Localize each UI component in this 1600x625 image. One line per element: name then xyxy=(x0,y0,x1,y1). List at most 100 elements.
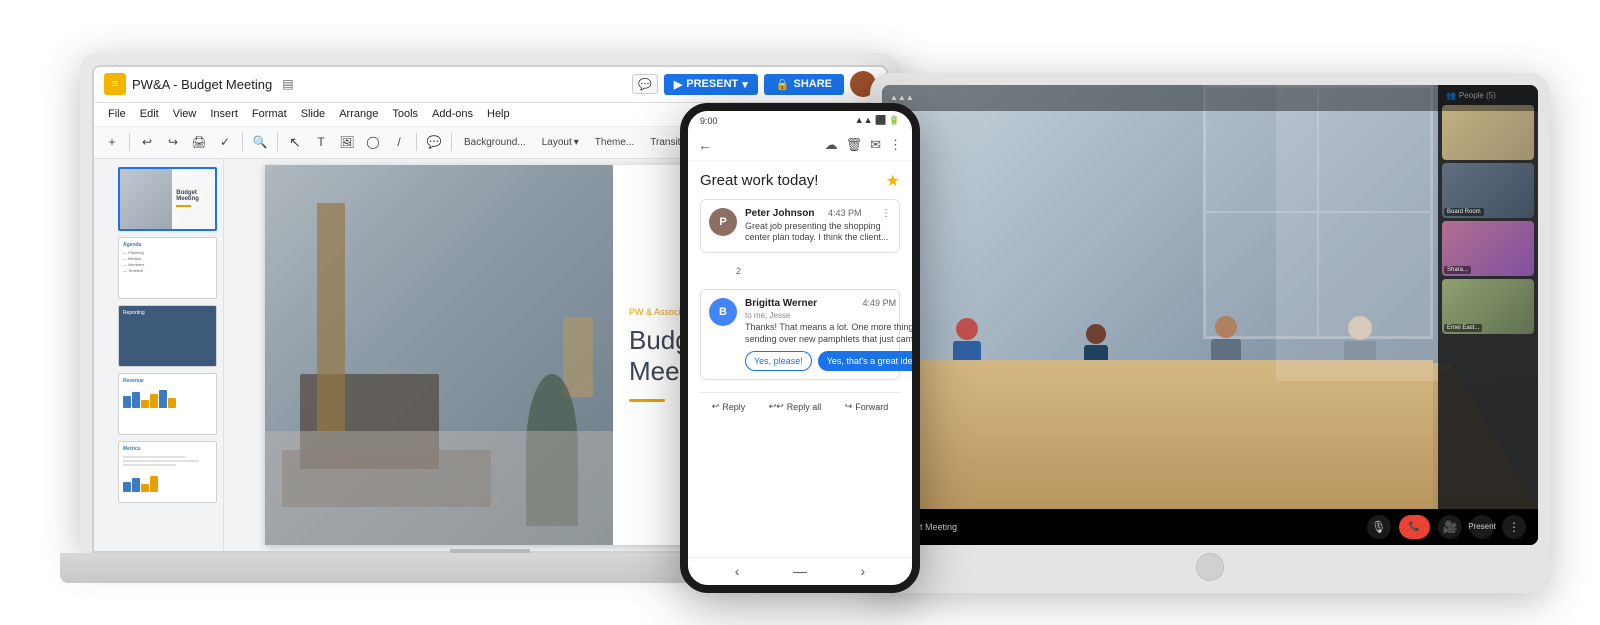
slides-title: PW&A - Budget Meeting xyxy=(132,77,272,92)
menu-arrange[interactable]: Arrange xyxy=(333,106,384,122)
email-subject: Great work today! xyxy=(700,172,818,189)
toolbar-background-btn[interactable]: Background... xyxy=(457,134,533,151)
toolbar-image-btn[interactable]: 🖼 xyxy=(335,130,359,154)
menu-insert[interactable]: Insert xyxy=(204,106,244,122)
people-thumb-3[interactable]: Shara... xyxy=(1442,221,1534,276)
reply-all-icon: ↩↩ xyxy=(769,401,784,412)
phone-nav-home[interactable]: — xyxy=(793,563,807,579)
meet-present-btn[interactable]: Present xyxy=(1470,515,1494,539)
reply-button[interactable]: ↩ Reply xyxy=(712,401,746,412)
slide-thumb-3-img: Reporting xyxy=(119,306,216,366)
toolbar-print-btn[interactable]: 🖨 xyxy=(187,130,211,154)
chat-icon-btn[interactable]: 💬 xyxy=(632,74,658,94)
phone-nav-forward[interactable]: › xyxy=(861,563,866,579)
tablet-home-button[interactable] xyxy=(1196,553,1224,581)
email-sender-2: Brigitta Werner xyxy=(745,298,817,309)
conf-table xyxy=(882,360,1433,508)
toolbar-text-btn[interactable]: T xyxy=(309,130,333,154)
person-4-torso xyxy=(1344,341,1376,381)
people-thumb-1[interactable] xyxy=(1442,105,1534,160)
people-thumb-1-inner xyxy=(1442,105,1534,160)
phone-nav: ← ☁ 🗑 ✉ ⋮ xyxy=(688,131,912,161)
people-thumb-4[interactable]: Emel East... xyxy=(1442,279,1534,334)
thumb-2-content: Agenda — Planning — Review — Numbers — T… xyxy=(119,238,216,298)
bar-5 xyxy=(159,390,167,408)
thumb-text-box: Budget Meeting xyxy=(172,169,215,229)
meet-mic-btn[interactable]: 🎙 xyxy=(1367,515,1391,539)
thumb-4-content: Revenue xyxy=(119,374,216,434)
scene: ≡ PW&A - Budget Meeting ▤ 💬 ▶ PRESENT ▾ xyxy=(50,23,1550,603)
thumb-2-label: Agenda xyxy=(123,242,212,248)
email-item-2: B Brigitta Werner 4:49 PM ↩ ⋮ to me, Jes… xyxy=(700,289,900,380)
phone-more-icon[interactable]: ⋮ xyxy=(889,137,902,153)
bar-3 xyxy=(141,400,149,408)
menu-view[interactable]: View xyxy=(167,106,203,122)
toolbar-divider-2 xyxy=(242,133,243,151)
toolbar-theme-btn[interactable]: Theme... xyxy=(588,134,641,151)
email-time-1: 4:43 PM xyxy=(828,208,862,218)
toolbar-select-btn[interactable]: ↖ xyxy=(283,130,307,154)
m-bar-4 xyxy=(150,476,158,492)
lock-icon: 🔒 xyxy=(776,78,790,91)
toolbar-zoom-btn[interactable]: 🔍 xyxy=(248,130,272,154)
slide-thumb-1[interactable]: Budget Meeting xyxy=(118,167,217,231)
meet-cam-btn[interactable]: 🎥 xyxy=(1438,515,1462,539)
toolbar-undo-btn[interactable]: ↩ xyxy=(135,130,159,154)
menu-help[interactable]: Help xyxy=(481,106,516,122)
share-button[interactable]: 🔒 SHARE xyxy=(764,74,844,95)
slide-thumb-4[interactable]: Revenue xyxy=(118,373,217,435)
slide-bg-image xyxy=(265,165,613,545)
toolbar-line-btn[interactable]: / xyxy=(387,130,411,154)
email-star-icon[interactable]: ★ xyxy=(886,171,900,191)
toolbar-comment-btn[interactable]: 💬 xyxy=(422,130,446,154)
forward-button[interactable]: ↪ Forward xyxy=(845,401,889,412)
slide-thumb-2[interactable]: Agenda — Planning — Review — Numbers — T… xyxy=(118,237,217,299)
menu-edit[interactable]: Edit xyxy=(134,106,165,122)
bar-1 xyxy=(123,396,131,408)
smart-reply-1[interactable]: Yes, please! xyxy=(745,351,812,371)
phone-nav-back[interactable]: ‹ xyxy=(735,563,740,579)
drive-icon: ▤ xyxy=(282,77,296,91)
reply-icon: ↩ xyxy=(712,401,720,412)
menu-file[interactable]: File xyxy=(102,106,132,122)
email-sender-row-2: Brigitta Werner 4:49 PM ↩ ⋮ xyxy=(745,298,912,309)
toolbar-add-btn[interactable]: + xyxy=(100,130,124,154)
thumb-1-content: Budget Meeting xyxy=(120,169,215,229)
smart-reply-2[interactable]: Yes, that's a great idea. xyxy=(818,351,912,371)
phone-mail-icon[interactable]: ✉ xyxy=(870,137,881,153)
slide-thumb-5[interactable]: Metrics xyxy=(118,441,217,503)
thumb-3-label: Reporting xyxy=(123,310,212,316)
thumb-bar-row xyxy=(123,388,212,408)
phone-archive-icon[interactable]: ☁ xyxy=(825,137,838,153)
meet-end-call-btn[interactable]: 📞 xyxy=(1399,515,1430,539)
toolbar-divider-3 xyxy=(277,133,278,151)
toolbar-spellcheck-btn[interactable]: ✓ xyxy=(213,130,237,154)
email-avatar-2: B xyxy=(709,298,737,326)
people-thumb-2[interactable]: Board Room xyxy=(1442,163,1534,218)
email-subject-row: Great work today! ★ xyxy=(700,171,900,191)
menu-slide[interactable]: Slide xyxy=(295,106,331,122)
thumb-line xyxy=(176,205,191,207)
meet-ui: 👥 People (5) Board Room xyxy=(882,85,1538,545)
reply-all-button[interactable]: ↩↩ Reply all xyxy=(769,401,822,412)
toolbar-layout-btn[interactable]: Layout ▾ xyxy=(535,134,586,151)
menu-format[interactable]: Format xyxy=(246,106,293,122)
window-pane-4 xyxy=(1318,212,1431,337)
meet-more-btn[interactable]: ⋮ xyxy=(1502,515,1526,539)
thumb-row-4: — Timeline xyxy=(123,268,212,273)
email-more-1[interactable]: ⋮ xyxy=(881,208,891,219)
slides-app-icon: ≡ xyxy=(104,73,126,95)
menu-addons[interactable]: Add-ons xyxy=(426,106,479,122)
furniture-2 xyxy=(282,450,491,507)
meet-main-video: 👥 People (5) Board Room xyxy=(882,85,1538,509)
toolbar-shape-btn[interactable]: ◯ xyxy=(361,130,385,154)
menu-tools[interactable]: Tools xyxy=(386,106,424,122)
meet-bottom-bar: Budget Meeting 🎙 📞 🎥 Present ⋮ xyxy=(882,509,1538,545)
phone-back-button[interactable]: ← xyxy=(698,137,712,153)
phone-delete-icon[interactable]: 🗑 xyxy=(846,137,863,153)
thumb-3-content: Reporting xyxy=(119,306,216,366)
present-button[interactable]: ▶ PRESENT ▾ xyxy=(664,74,758,95)
slide-thumb-3[interactable]: Reporting xyxy=(118,305,217,367)
toolbar-redo-btn[interactable]: ↪ xyxy=(161,130,185,154)
email-avatar-1: P xyxy=(709,208,737,236)
